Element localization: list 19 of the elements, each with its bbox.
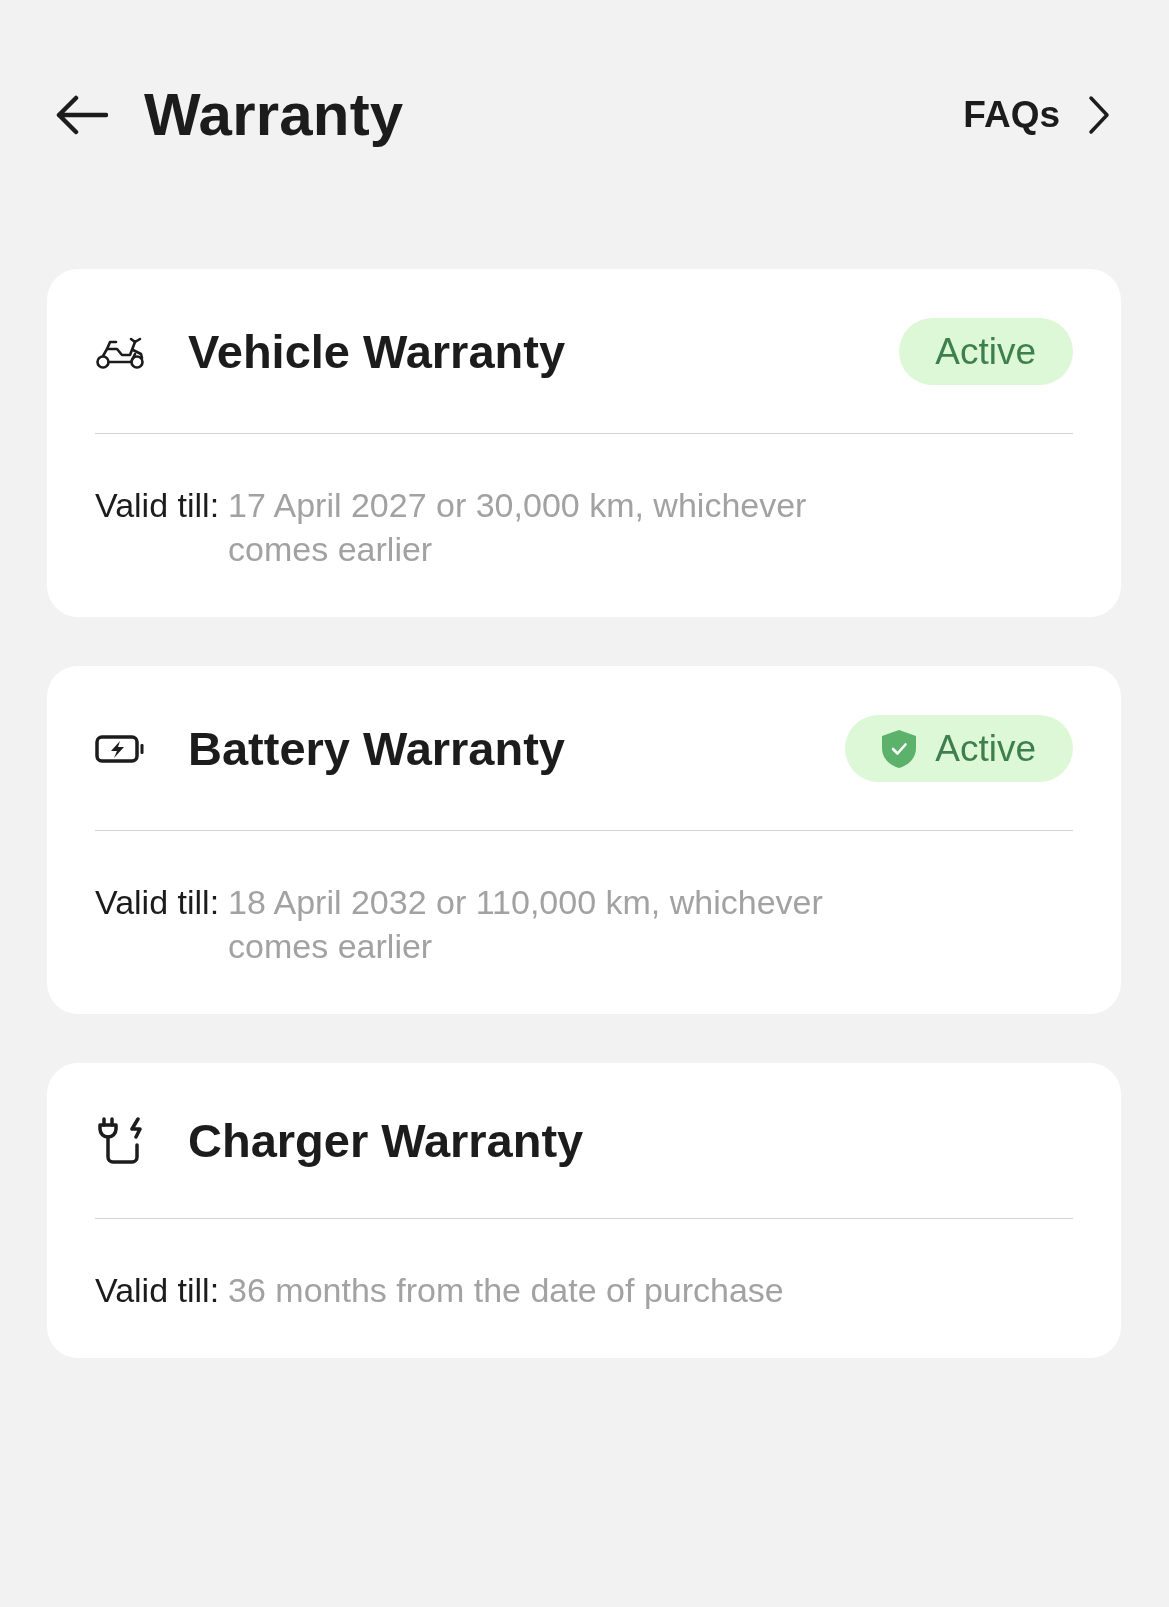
status-label: Active	[935, 329, 1036, 374]
valid-value: 18 April 2032 or 110,000 km, whichever comes earlier	[228, 882, 824, 967]
chevron-right-icon	[1088, 95, 1110, 135]
valid-label: Valid till:	[95, 1270, 220, 1311]
back-arrow-icon	[56, 95, 108, 135]
battery-icon	[95, 733, 145, 764]
card-title: Battery Warranty	[188, 720, 565, 777]
valid-label: Valid till:	[95, 882, 220, 923]
valid-label: Valid till:	[95, 485, 220, 526]
valid-value: 36 months from the date of purchase	[228, 1270, 784, 1311]
page-title: Warranty	[144, 80, 404, 150]
faqs-link[interactable]: FAQs	[963, 93, 1110, 137]
shield-check-icon	[881, 728, 918, 769]
status-label: Active	[935, 726, 1036, 771]
back-button[interactable]	[56, 95, 108, 135]
plug-icon	[95, 1117, 145, 1165]
valid-value: 17 April 2027 or 30,000 km, whichever comes earlier	[228, 485, 808, 570]
card-title: Vehicle Warranty	[188, 323, 566, 380]
card-title: Charger Warranty	[188, 1113, 584, 1169]
